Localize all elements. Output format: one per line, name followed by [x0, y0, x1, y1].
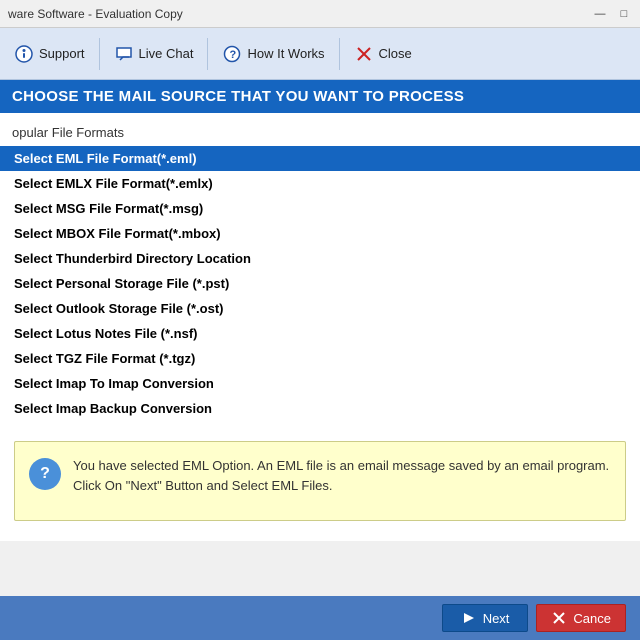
list-item[interactable]: Select Outlook Storage File (*.ost): [0, 296, 640, 321]
list-item[interactable]: Select MBOX File Format(*.mbox): [0, 221, 640, 246]
title-bar-text: ware Software - Evaluation Copy: [8, 7, 183, 21]
content-area: opular File Formats Select EML File Form…: [0, 113, 640, 541]
list-item[interactable]: Select EML File Format(*.eml): [0, 146, 640, 171]
toolbar-support-button[interactable]: Support: [4, 38, 95, 70]
close-label: Close: [379, 46, 412, 61]
close-icon: [354, 44, 374, 64]
info-box-container: ? You have selected EML Option. An EML f…: [0, 429, 640, 533]
toolbar-separator-1: [99, 38, 100, 70]
list-item[interactable]: Select Personal Storage File (*.pst): [0, 271, 640, 296]
cancel-label: Cance: [573, 611, 611, 626]
toolbar-live-chat-button[interactable]: Live Chat: [104, 38, 204, 70]
format-list: Select EML File Format(*.eml) Select EML…: [0, 146, 640, 421]
list-item[interactable]: Select MSG File Format(*.msg): [0, 196, 640, 221]
list-item[interactable]: Select Imap Backup Conversion: [0, 396, 640, 421]
question-icon: ?: [222, 44, 242, 64]
title-bar-controls: — □: [592, 6, 632, 22]
toolbar-separator-3: [339, 38, 340, 70]
list-item[interactable]: Select Lotus Notes File (*.nsf): [0, 321, 640, 346]
info-box: ? You have selected EML Option. An EML f…: [14, 441, 626, 521]
live-chat-label: Live Chat: [139, 46, 194, 61]
minimize-button[interactable]: —: [592, 6, 608, 22]
next-label: Next: [483, 611, 510, 626]
next-icon: [461, 610, 477, 626]
cancel-button[interactable]: Cance: [536, 604, 626, 632]
bottom-bar: Next Cance: [0, 596, 640, 640]
support-label: Support: [39, 46, 85, 61]
list-item[interactable]: Select TGZ File Format (*.tgz): [0, 346, 640, 371]
section-label: opular File Formats: [0, 121, 640, 146]
chat-icon: [114, 44, 134, 64]
info-box-text: You have selected EML Option. An EML fil…: [73, 456, 611, 495]
header-text: CHOOSE THE MAIL SOURCE THAT YOU WANT TO …: [12, 88, 464, 105]
next-button[interactable]: Next: [442, 604, 529, 632]
toolbar-separator-2: [207, 38, 208, 70]
info-icon: ?: [29, 458, 61, 490]
list-item[interactable]: Select Thunderbird Directory Location: [0, 246, 640, 271]
toolbar-close-button[interactable]: Close: [344, 38, 422, 70]
svg-text:?: ?: [230, 49, 237, 61]
toolbar-how-it-works-button[interactable]: ? How It Works: [212, 38, 334, 70]
list-item[interactable]: Select EMLX File Format(*.emlx): [0, 171, 640, 196]
title-bar: ware Software - Evaluation Copy — □: [0, 0, 640, 28]
header-bar: CHOOSE THE MAIL SOURCE THAT YOU WANT TO …: [0, 80, 640, 113]
toolbar: Support Live Chat ? How It Works Clo: [0, 28, 640, 80]
maximize-button[interactable]: □: [616, 6, 632, 22]
support-icon: [14, 44, 34, 64]
list-item[interactable]: Select Imap To Imap Conversion: [0, 371, 640, 396]
cancel-icon: [551, 610, 567, 626]
how-it-works-label: How It Works: [247, 46, 324, 61]
